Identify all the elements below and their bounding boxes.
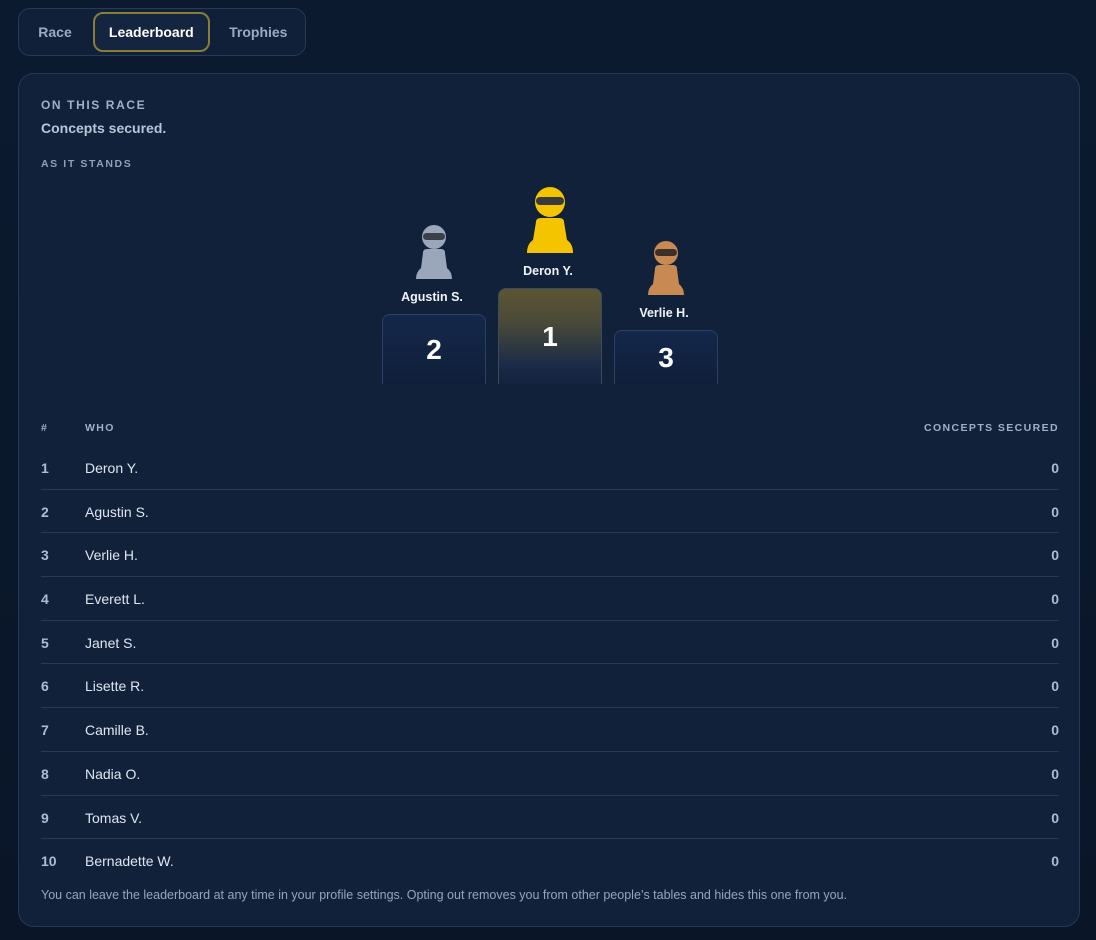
- row-who: Bernadette W.: [85, 853, 174, 870]
- table-row: 2 Agustin S. 0: [41, 490, 1059, 534]
- row-who: Lisette R.: [85, 678, 145, 695]
- standing-label: AS IT STANDS: [41, 158, 133, 170]
- row-rank: 1: [41, 460, 49, 476]
- opt-out-footnote: You can leave the leaderboard at any tim…: [41, 888, 848, 902]
- row-score: 0: [1051, 678, 1059, 695]
- column-concepts-secured: CONCEPTS SECURED: [924, 422, 1059, 434]
- row-rank: 7: [41, 722, 49, 739]
- panel-eyebrow: ON THIS RACE: [41, 98, 147, 112]
- row-rank: 10: [41, 853, 57, 870]
- row-who: Everett L.: [85, 591, 145, 608]
- row-rank: 5: [41, 634, 49, 651]
- column-who: WHO: [85, 422, 115, 434]
- podium-name: Verlie H.: [639, 306, 689, 320]
- row-who: Agustin S.: [85, 503, 149, 520]
- row-who: Nadia O.: [85, 765, 141, 782]
- row-score: 0: [1051, 503, 1059, 520]
- tab-race[interactable]: Race: [23, 12, 87, 52]
- row-rank: 6: [41, 678, 49, 695]
- table-row: 5 Janet S. 0: [41, 621, 1059, 665]
- racer-avatar-icon: [648, 241, 684, 295]
- row-rank: 4: [41, 591, 49, 608]
- row-score: 0: [1051, 591, 1059, 608]
- tab-leaderboard[interactable]: Leaderboard: [93, 12, 210, 52]
- table-row: 1 Deron Y. 0: [41, 446, 1059, 490]
- table-row: 8 Nadia O. 0: [41, 752, 1059, 796]
- row-who: Camille B.: [85, 722, 149, 739]
- row-rank: 2: [41, 503, 49, 520]
- table-row: 4 Everett L. 0: [41, 577, 1059, 621]
- row-rank: 3: [41, 547, 49, 564]
- podium-block: 3: [614, 330, 718, 384]
- row-score: 0: [1051, 765, 1059, 782]
- row-rank: 8: [41, 765, 49, 782]
- row-who: Verlie H.: [85, 547, 138, 564]
- racer-avatar-icon: [527, 187, 573, 253]
- podium-block: 2: [382, 314, 486, 384]
- table-row: 10 Bernadette W. 0: [41, 839, 1059, 882]
- podium-block: 1: [498, 288, 602, 384]
- row-score: 0: [1051, 722, 1059, 739]
- row-rank: 9: [41, 809, 49, 826]
- row-score: 0: [1051, 853, 1059, 870]
- row-who: Janet S.: [85, 634, 137, 651]
- panel-headline: Concepts secured.: [41, 120, 167, 136]
- column-rank: #: [41, 422, 49, 434]
- row-score: 0: [1051, 809, 1059, 826]
- leaderboard-rows: 1 Deron Y. 0 2 Agustin S. 0 3 Verlie H. 0 4 Eve…: [41, 446, 1059, 882]
- podium-place: 1: [542, 320, 558, 352]
- racer-avatar-icon: [416, 225, 452, 279]
- table-row: 3 Verlie H. 0: [41, 533, 1059, 578]
- table-row: 9 Tomas V. 0: [41, 796, 1059, 840]
- row-who: Deron Y.: [85, 460, 139, 476]
- view-tabs: Race Leaderboard Trophies: [18, 8, 306, 56]
- leaderboard-panel: ON THIS RACE Concepts secured. AS IT STA…: [18, 73, 1080, 927]
- podium-name: Deron Y.: [523, 264, 573, 278]
- table-header: # WHO CONCEPTS SECURED: [41, 422, 1059, 436]
- podium-place: 2: [426, 333, 442, 365]
- row-score: 0: [1051, 460, 1059, 476]
- row-score: 0: [1051, 634, 1059, 651]
- row-who: Tomas V.: [85, 809, 143, 826]
- row-score: 0: [1051, 547, 1059, 564]
- tab-trophies[interactable]: Trophies: [216, 12, 301, 52]
- table-row: 6 Lisette R. 0: [41, 664, 1059, 709]
- podium-place: 3: [658, 341, 674, 373]
- table-row: 7 Camille B. 0: [41, 708, 1059, 752]
- podium-name: Agustin S.: [401, 290, 463, 304]
